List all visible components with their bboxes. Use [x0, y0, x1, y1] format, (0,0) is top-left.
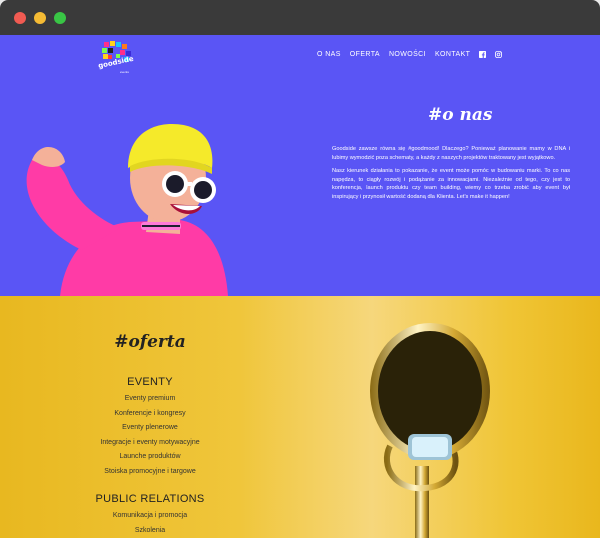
list-item[interactable]: Eventy premium [0, 392, 300, 407]
close-window-button[interactable] [14, 12, 26, 24]
about-paragraph-1: Goodside zawsze równa się #goodmood! Dla… [332, 146, 570, 161]
maximize-window-button[interactable] [54, 12, 66, 24]
minimize-window-button[interactable] [34, 12, 46, 24]
woman-with-sunglasses-photo [26, 124, 228, 296]
instagram-icon[interactable] [495, 51, 503, 58]
about-title: #o nas [428, 105, 493, 125]
about-text: Goodside zawsze równa się #goodmood! Dla… [332, 145, 570, 207]
facebook-icon[interactable] [479, 51, 487, 58]
browser-window: goodside events O NAS OFERTA NOWOŚCI KON… [0, 0, 600, 538]
list-item[interactable]: Komunikacja i promocja [0, 509, 300, 524]
nav-item-o-nas[interactable]: O NAS [317, 51, 341, 58]
window-titlebar [0, 0, 600, 35]
about-paragraph-2: Nasz kierunek działania to pokazanie, że… [332, 168, 570, 200]
offer-title: #oferta [114, 332, 186, 352]
nav-item-kontakt[interactable]: KONTAKT [435, 51, 470, 58]
public-relations-heading: PUBLIC RELATIONS [95, 493, 205, 505]
main-nav: O NAS OFERTA NOWOŚCI KONTAKT [317, 51, 503, 58]
offer-section: #oferta EVENTY Eventy premium Konferencj… [0, 296, 600, 538]
list-item[interactable]: Launche produktów [0, 450, 300, 465]
hero-section: goodside events O NAS OFERTA NOWOŚCI KON… [0, 35, 600, 296]
nav-item-oferta[interactable]: OFERTA [350, 51, 380, 58]
public-relations-list: Komunikacja i promocja Szkolenia [0, 509, 300, 538]
list-item[interactable]: Konferencje i kongresy [0, 407, 300, 422]
list-item[interactable]: Integracje i eventy motywacyjne [0, 436, 300, 451]
eventy-list: Eventy premium Konferencje i kongresy Ev… [0, 392, 300, 479]
nav-item-nowosci[interactable]: NOWOŚCI [389, 51, 426, 58]
microphone-photo [370, 323, 490, 538]
list-item[interactable]: Szkolenia [0, 524, 300, 538]
list-item[interactable]: Stoiska promocyjne i targowe [0, 465, 300, 480]
eventy-heading: EVENTY [127, 376, 173, 388]
list-item[interactable]: Eventy plenerowe [0, 421, 300, 436]
logo-subtitle: events [120, 70, 129, 74]
